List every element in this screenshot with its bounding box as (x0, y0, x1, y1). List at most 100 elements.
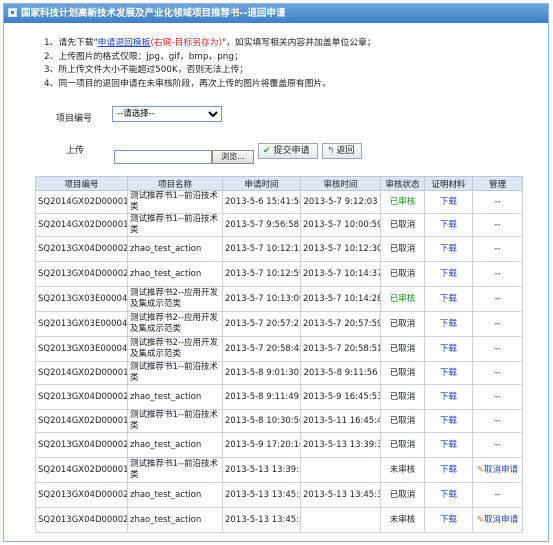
pencil-icon: ✎ (476, 514, 485, 525)
cell-manage: ✎取消申请 (472, 507, 523, 533)
cell-project-no: SQ2013GX04D00002 (35, 482, 128, 508)
cell-proof: 下载 (424, 409, 473, 433)
project-no-label: 项目编号 (56, 114, 93, 124)
cell-project-no: SQ2013GX03E00004 (35, 311, 128, 337)
cell-project-no: SQ2014GX02D00001 (35, 457, 128, 483)
cell-proof: 下载 (424, 190, 473, 214)
cell-review-time: 2013-5-7 10:12:30 (300, 236, 381, 262)
col-header-project-name[interactable]: 项目名称 (127, 176, 223, 191)
col-header-review-time[interactable]: 审核时间 (300, 176, 381, 191)
application-table: 项目编号 项目名称 申请时间 审核时间 审核状态 证明材料 管理 SQ2014G… (35, 176, 523, 533)
cell-project-name: zhao_test_action (127, 432, 223, 458)
cell-project-name: zhao_test_action (127, 507, 223, 533)
cell-manage: -- (472, 482, 523, 508)
col-header-proof[interactable]: 证明材料 (424, 176, 473, 191)
back-button[interactable]: ↰ 返回 (322, 143, 362, 159)
download-template-link[interactable]: 申请退回模板 (98, 38, 151, 48)
cell-review-time: 2013-5-8 9:11:56 (300, 361, 381, 385)
cell-status: 未审核 (380, 507, 425, 533)
cell-project-name: 测试推荐书1--前沿技术类 (127, 361, 223, 385)
cell-apply-time: 2013-5-9 17:20:16 (222, 432, 301, 458)
cell-review-time: 2013-5-7 9:12:03 (300, 190, 381, 214)
cell-project-no: SQ2013GX04D00002 (35, 384, 128, 410)
table-row: SQ2014GX02D00001 测试推荐书1--前沿技术类 2013-5-8 10… (35, 409, 523, 433)
cell-proof: 下载 (424, 261, 473, 287)
cell-status: 已取消 (380, 236, 425, 262)
cell-manage: -- (472, 213, 523, 237)
note-line-1: 1、请先下载"申请退回模板(右键-目标另存为)"，如实填写相关内容并加盖单位公章… (44, 38, 376, 48)
cell-project-name: 测试推荐书1--前沿技术类 (127, 213, 223, 237)
cancel-application-link[interactable]: 取消申请 (484, 465, 518, 475)
save-as-hint: (右键-目标另存为) (150, 38, 223, 48)
cell-manage: -- (472, 236, 523, 262)
window-title: 国家科技计划高新技术发展及产业化领域项目推荐书--退回申请 (21, 8, 286, 19)
download-link[interactable]: 下载 (440, 490, 457, 500)
col-header-apply-time[interactable]: 申请时间 (222, 176, 301, 191)
download-link[interactable]: 下载 (440, 344, 457, 354)
table-row: SQ2013GX04D00002 zhao_test_action 2013-5-9… (35, 432, 523, 458)
download-link[interactable]: 下载 (440, 465, 457, 475)
pencil-icon: ✎ (476, 464, 485, 475)
cell-apply-time: 2013-5-7 9:56:58 (222, 213, 301, 237)
cell-status: 已取消 (380, 482, 425, 508)
table-row: SQ2013GX04D00002 zhao_test_action 2013-5-8… (35, 384, 523, 410)
cell-status: 未审核 (380, 457, 425, 483)
col-header-manage[interactable]: 管理 (472, 176, 523, 191)
cell-status: 已取消 (380, 409, 425, 433)
cell-project-no: SQ2014GX02D00001 (35, 409, 128, 433)
cell-review-time: 2013-5-7 20:57:59 (300, 311, 381, 337)
cell-proof: 下载 (424, 361, 473, 385)
cell-apply-time: 2013-5-13 13:45:26 (222, 482, 301, 508)
cell-project-name: 测试推荐书1--前沿技术类 (127, 409, 223, 433)
cell-apply-time: 2013-5-7 10:13:06 (222, 286, 301, 312)
submit-button[interactable]: ✔ 提交申请 (258, 143, 318, 159)
check-icon: ✔ (263, 146, 271, 156)
cell-apply-time: 2013-5-6 15:41:58 (222, 190, 301, 214)
cell-proof: 下载 (424, 213, 473, 237)
file-path-input[interactable] (114, 150, 212, 164)
browse-button[interactable]: 浏览... (212, 150, 254, 164)
cell-review-time: 2013-5-7 10:00:59 (300, 213, 381, 237)
cell-project-name: 测试推荐书2--应用开发及集成示范类 (127, 286, 223, 312)
cell-proof: 下载 (424, 482, 473, 508)
return-icon: ↰ (327, 146, 335, 156)
cell-apply-time: 2013-5-8 9:11:49 (222, 384, 301, 410)
download-link[interactable]: 下载 (440, 416, 457, 426)
download-link[interactable]: 下载 (440, 197, 457, 207)
download-link[interactable]: 下载 (440, 392, 457, 402)
cell-status: 已取消 (380, 336, 425, 362)
window-titlebar: 国家科技计划高新技术发展及产业化领域项目推荐书--退回申请 (4, 4, 548, 23)
download-link[interactable]: 下载 (440, 269, 457, 279)
download-link[interactable]: 下载 (440, 368, 457, 378)
cell-review-time: 2013-5-7 10:14:37 (300, 261, 381, 287)
cell-manage: -- (472, 409, 523, 433)
cell-proof: 下载 (424, 236, 473, 262)
cell-project-name: zhao_test_action (127, 261, 223, 287)
download-link[interactable]: 下载 (440, 244, 457, 254)
cancel-application-link[interactable]: 取消申请 (484, 515, 518, 525)
col-header-status[interactable]: 审核状态 (380, 176, 425, 191)
cell-manage: -- (472, 190, 523, 214)
cell-status: 已取消 (380, 213, 425, 237)
cell-project-no: SQ2013GX04D00002 (35, 432, 128, 458)
cell-review-time: 2013-5-13 13:39:36 (300, 432, 381, 458)
col-header-project-no[interactable]: 项目编号 (35, 176, 128, 191)
project-no-select[interactable]: --请选择-- (112, 106, 222, 122)
table-row: SQ2013GX04D00002 zhao_test_action 2013-5-7… (35, 261, 523, 287)
cell-status: 已取消 (380, 384, 425, 410)
cell-project-name: 测试推荐书2--应用开发及集成示范类 (127, 311, 223, 337)
download-link[interactable]: 下载 (440, 220, 457, 230)
download-link[interactable]: 下载 (440, 294, 457, 304)
download-link[interactable]: 下载 (440, 319, 457, 329)
download-link[interactable]: 下载 (440, 515, 457, 525)
cell-manage: -- (472, 311, 523, 337)
table-row: SQ2013GX03E00004 测试推荐书2--应用开发及集成示范类 2013-5… (35, 311, 523, 337)
cell-manage: -- (472, 286, 523, 312)
download-link[interactable]: 下载 (440, 440, 457, 450)
cell-proof: 下载 (424, 507, 473, 533)
cell-apply-time: 2013-5-8 9:01:30 (222, 361, 301, 385)
cell-status: 已取消 (380, 311, 425, 337)
table-row: SQ2014GX02D00001 测试推荐书1--前沿技术类 2013-5-7 9:… (35, 213, 523, 237)
cell-review-time: 2013-5-9 16:45:53 (300, 384, 381, 410)
cell-project-no: SQ2014GX02D00001 (35, 190, 128, 214)
